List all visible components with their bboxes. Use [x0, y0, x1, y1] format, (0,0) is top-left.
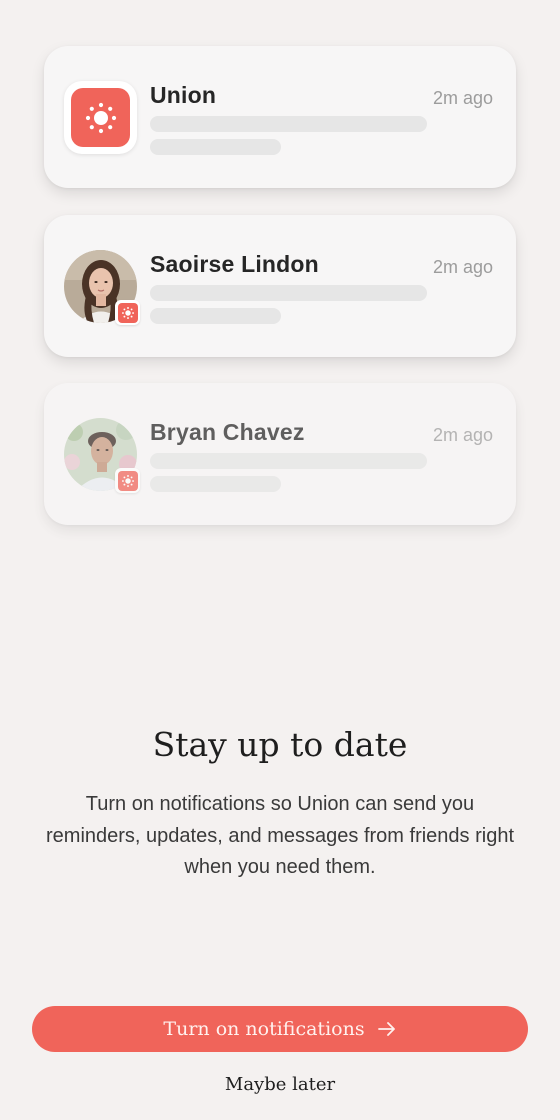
sender-name: Saoirse Lindon — [150, 251, 319, 277]
union-app-icon — [64, 81, 137, 154]
placeholder-line — [150, 476, 281, 492]
union-badge-icon — [115, 300, 140, 325]
sender-name: Union — [150, 82, 217, 108]
turn-on-notifications-button[interactable]: Turn on notifications — [32, 1006, 528, 1052]
app-icon-container — [64, 81, 137, 154]
notification-card: Union 2m ago — [44, 46, 516, 188]
timestamp: 2m ago — [432, 257, 493, 277]
arrow-right-icon — [377, 1021, 397, 1037]
timestamp: 2m ago — [432, 88, 493, 108]
sun-icon — [85, 102, 116, 133]
sender-name: Bryan Chavez — [150, 419, 305, 445]
avatar — [64, 418, 140, 493]
page-title: Stay up to date — [152, 725, 408, 764]
description-text: Turn on notifications so Union can send … — [46, 793, 514, 878]
timestamp: 2m ago — [432, 425, 493, 445]
maybe-later-link[interactable]: Maybe later — [0, 1074, 560, 1095]
placeholder-line — [150, 453, 427, 469]
placeholder-line — [150, 285, 427, 301]
placeholder-line — [150, 116, 427, 132]
placeholder-line — [150, 139, 281, 155]
avatar — [64, 250, 140, 325]
notification-card: Bryan Chavez 2m ago — [44, 383, 516, 525]
placeholder-line — [150, 308, 281, 324]
union-badge-icon — [115, 468, 140, 493]
button-label: Turn on notifications — [163, 1018, 365, 1040]
notification-card: Saoirse Lindon 2m ago — [44, 215, 516, 357]
